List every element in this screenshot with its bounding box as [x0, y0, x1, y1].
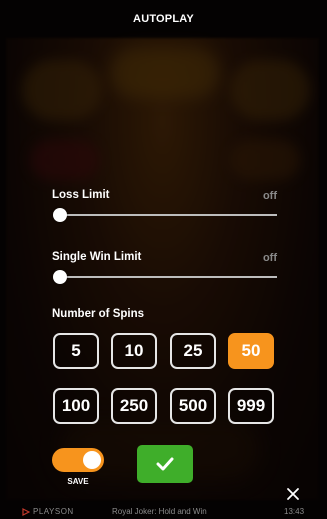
spin-option-5[interactable]: 5: [53, 333, 99, 369]
page-title: AUTOPLAY: [133, 13, 194, 25]
brand-name: PLAYSON: [33, 507, 74, 516]
checkmark-icon: [156, 457, 174, 471]
loss-limit-value: off: [262, 190, 277, 202]
single-win-limit-slider[interactable]: [53, 270, 277, 284]
footer-bar: PLAYSON Royal Joker: Hold and Win 13:43: [0, 504, 327, 519]
spin-option-100[interactable]: 100: [53, 388, 99, 424]
close-icon[interactable]: [286, 487, 300, 501]
save-label: SAVE: [67, 477, 89, 486]
spin-option-25[interactable]: 25: [170, 333, 216, 369]
spin-option-500[interactable]: 500: [170, 388, 216, 424]
clock: 13:43: [284, 507, 305, 516]
spin-option-50[interactable]: 50: [228, 333, 274, 369]
single-win-limit-value: off: [262, 252, 277, 264]
loss-limit-label: Loss Limit: [52, 189, 110, 201]
save-toggle[interactable]: [52, 448, 104, 472]
single-win-limit-label: Single Win Limit: [52, 251, 142, 263]
playson-logo-icon: [22, 507, 30, 516]
confirm-button[interactable]: [137, 445, 193, 483]
loss-limit-slider-thumb[interactable]: [53, 208, 67, 222]
modal-overlay: [0, 0, 327, 519]
spin-option-999[interactable]: 999: [228, 388, 274, 424]
loss-limit-slider[interactable]: [53, 208, 277, 222]
game-name: Royal Joker: Hold and Win: [112, 507, 207, 516]
single-win-limit-slider-thumb[interactable]: [53, 270, 67, 284]
spin-option-250[interactable]: 250: [111, 388, 157, 424]
save-toggle-knob: [83, 451, 101, 469]
spin-option-10[interactable]: 10: [111, 333, 157, 369]
brand: PLAYSON: [22, 507, 74, 516]
number-of-spins-label: Number of Spins: [52, 308, 145, 320]
